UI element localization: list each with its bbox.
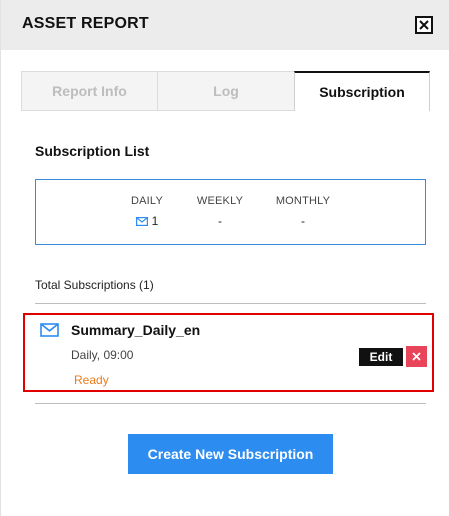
close-icon — [412, 352, 421, 361]
delete-button[interactable] — [406, 346, 427, 367]
panel-title: ASSET REPORT — [22, 15, 149, 32]
summary-column-label: WEEKLY — [196, 195, 244, 207]
summary-column-label: MONTHLY — [275, 195, 331, 207]
subscription-item[interactable]: Summary_Daily_en Daily, 09:00 Ready Edit — [23, 313, 434, 392]
summary-column-value: - — [301, 214, 305, 228]
summary-column-weekly: WEEKLY - — [190, 195, 250, 228]
mail-icon — [135, 216, 148, 226]
edit-button[interactable]: Edit — [359, 348, 403, 366]
subscription-summary-box: DAILY 1 WEEKLY - MONTHLY - — [35, 179, 426, 245]
tab-report-info[interactable]: Report Info — [21, 71, 158, 111]
total-subscriptions-label: Total Subscriptions (1) — [35, 278, 154, 292]
summary-column-label: DAILY — [131, 195, 163, 207]
summary-column-value: - — [218, 214, 222, 228]
divider — [35, 403, 426, 404]
subscription-schedule: Daily, 09:00 — [71, 348, 134, 362]
summary-column-monthly: MONTHLY - — [270, 195, 336, 228]
subscription-list-title: Subscription List — [35, 143, 150, 159]
subscription-name: Summary_Daily_en — [71, 322, 201, 338]
tab-log[interactable]: Log — [157, 71, 295, 111]
tab-bar: Report Info Log Subscription — [21, 71, 430, 111]
mail-icon — [40, 323, 59, 337]
panel-header: ASSET REPORT — [1, 0, 449, 50]
close-icon — [419, 20, 429, 30]
summary-column-daily: DAILY 1 — [122, 195, 172, 228]
divider — [35, 303, 426, 304]
create-new-subscription-button[interactable]: Create New Subscription — [128, 434, 333, 474]
asset-report-panel: ASSET REPORT Report Info Log Subscriptio… — [0, 0, 449, 516]
tab-subscription[interactable]: Subscription — [294, 71, 430, 111]
summary-column-value: 1 — [151, 214, 159, 228]
close-button[interactable] — [415, 16, 433, 34]
subscription-status: Ready — [74, 373, 109, 387]
